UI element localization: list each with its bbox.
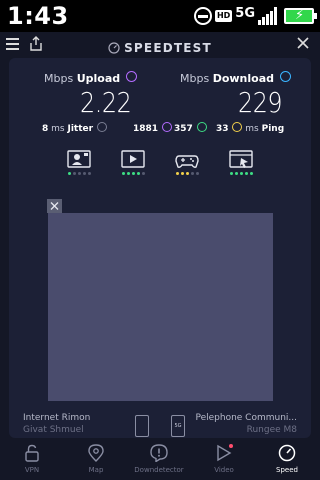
download-icon	[279, 71, 291, 82]
speedometer-icon	[278, 444, 296, 462]
ad-placeholder[interactable]	[48, 213, 273, 401]
signal-strength-icon	[258, 7, 277, 25]
web-browsing-icon[interactable]	[229, 150, 253, 170]
jitter-unit: ms	[51, 124, 65, 134]
server-icon	[135, 415, 149, 437]
map-pin-icon	[88, 444, 104, 462]
ping-stat: 33 ms Ping	[216, 122, 284, 134]
app-header: SPEEDTEST	[0, 32, 320, 58]
nav-speed[interactable]: Speed	[257, 444, 317, 474]
ad-close-icon[interactable]	[47, 199, 62, 213]
nav-map-label: Map	[88, 466, 104, 474]
nav-downdetector[interactable]: Downdetector	[129, 444, 189, 474]
upload-count-value: 1881	[133, 124, 159, 134]
nav-video[interactable]: Video	[194, 444, 254, 474]
upload-mini-icon	[161, 122, 172, 132]
sim-card-icon: 5G	[171, 415, 185, 437]
jitter-stat: 8 ms Jitter	[42, 122, 107, 134]
app-title-wrap: SPEEDTEST	[0, 37, 320, 56]
download-value: 229	[238, 86, 283, 119]
gaming-icon[interactable]	[175, 150, 199, 170]
app-title: SPEEDTEST	[124, 41, 212, 55]
nav-video-label: Video	[214, 466, 234, 474]
nav-vpn-label: VPN	[24, 466, 40, 474]
hd-voice-icon: HD	[214, 10, 233, 22]
play-icon	[217, 444, 233, 462]
video-streaming-icon[interactable]	[121, 150, 145, 170]
upload-count-stat: 1881	[133, 122, 172, 134]
network-type-label: 5G	[235, 5, 255, 21]
download-count-value: 357	[174, 124, 193, 134]
server-info[interactable]: Pelephone Communi... Rungee M8	[195, 413, 297, 435]
server-location: Rungee M8	[246, 425, 297, 435]
do-not-disturb-icon	[193, 7, 212, 25]
bottom-navigation: VPN Map Downdetector Video Speed	[0, 438, 320, 480]
download-label: Download	[212, 72, 274, 85]
status-time: 1:43	[7, 2, 69, 30]
provider-info[interactable]: Internet Rimon Givat Shmuel	[23, 413, 90, 435]
download-unit: Mbps	[180, 72, 210, 85]
upload-value: 2.22	[80, 86, 132, 119]
jitter-info-icon[interactable]	[96, 122, 107, 132]
alert-icon	[150, 444, 168, 462]
nav-map[interactable]: Map	[66, 444, 126, 474]
upload-header: Mbps Upload	[44, 71, 137, 85]
ping-unit: ms	[245, 124, 259, 134]
video-call-rating-dots	[68, 172, 91, 175]
upload-unit: Mbps	[44, 72, 74, 85]
status-icons: HD 5G ⚡	[193, 4, 317, 28]
provider-name: Internet Rimon	[23, 413, 91, 423]
download-mini-icon	[196, 122, 207, 132]
jitter-label: Jitter	[67, 124, 94, 134]
nav-speed-label: Speed	[276, 466, 298, 474]
gaming-rating-dots	[176, 172, 199, 175]
server-name: Pelephone Communi...	[195, 413, 297, 423]
download-count-stat: 357	[174, 122, 207, 134]
web-browsing-rating-dots	[230, 172, 253, 175]
ping-label: Ping	[261, 124, 285, 134]
ping-mini-icon	[232, 122, 243, 132]
provider-location: Givat Shmuel	[23, 425, 84, 435]
upload-icon	[125, 71, 137, 82]
jitter-value: 8	[42, 124, 49, 134]
ping-value: 33	[216, 124, 229, 134]
video-call-icon[interactable]	[67, 150, 91, 170]
upload-label: Upload	[76, 72, 121, 85]
nav-vpn[interactable]: VPN	[2, 444, 62, 474]
nav-downdetector-label: Downdetector	[134, 466, 184, 474]
status-bar: 1:43 HD 5G ⚡	[0, 0, 320, 32]
speedometer-icon	[108, 42, 120, 54]
video-streaming-rating-dots	[122, 172, 145, 175]
battery-charging-icon: ⚡	[284, 8, 317, 24]
close-icon[interactable]	[296, 36, 310, 50]
download-header: Mbps Download	[180, 71, 291, 85]
lock-icon	[25, 444, 39, 462]
experience-ratings	[0, 150, 320, 180]
